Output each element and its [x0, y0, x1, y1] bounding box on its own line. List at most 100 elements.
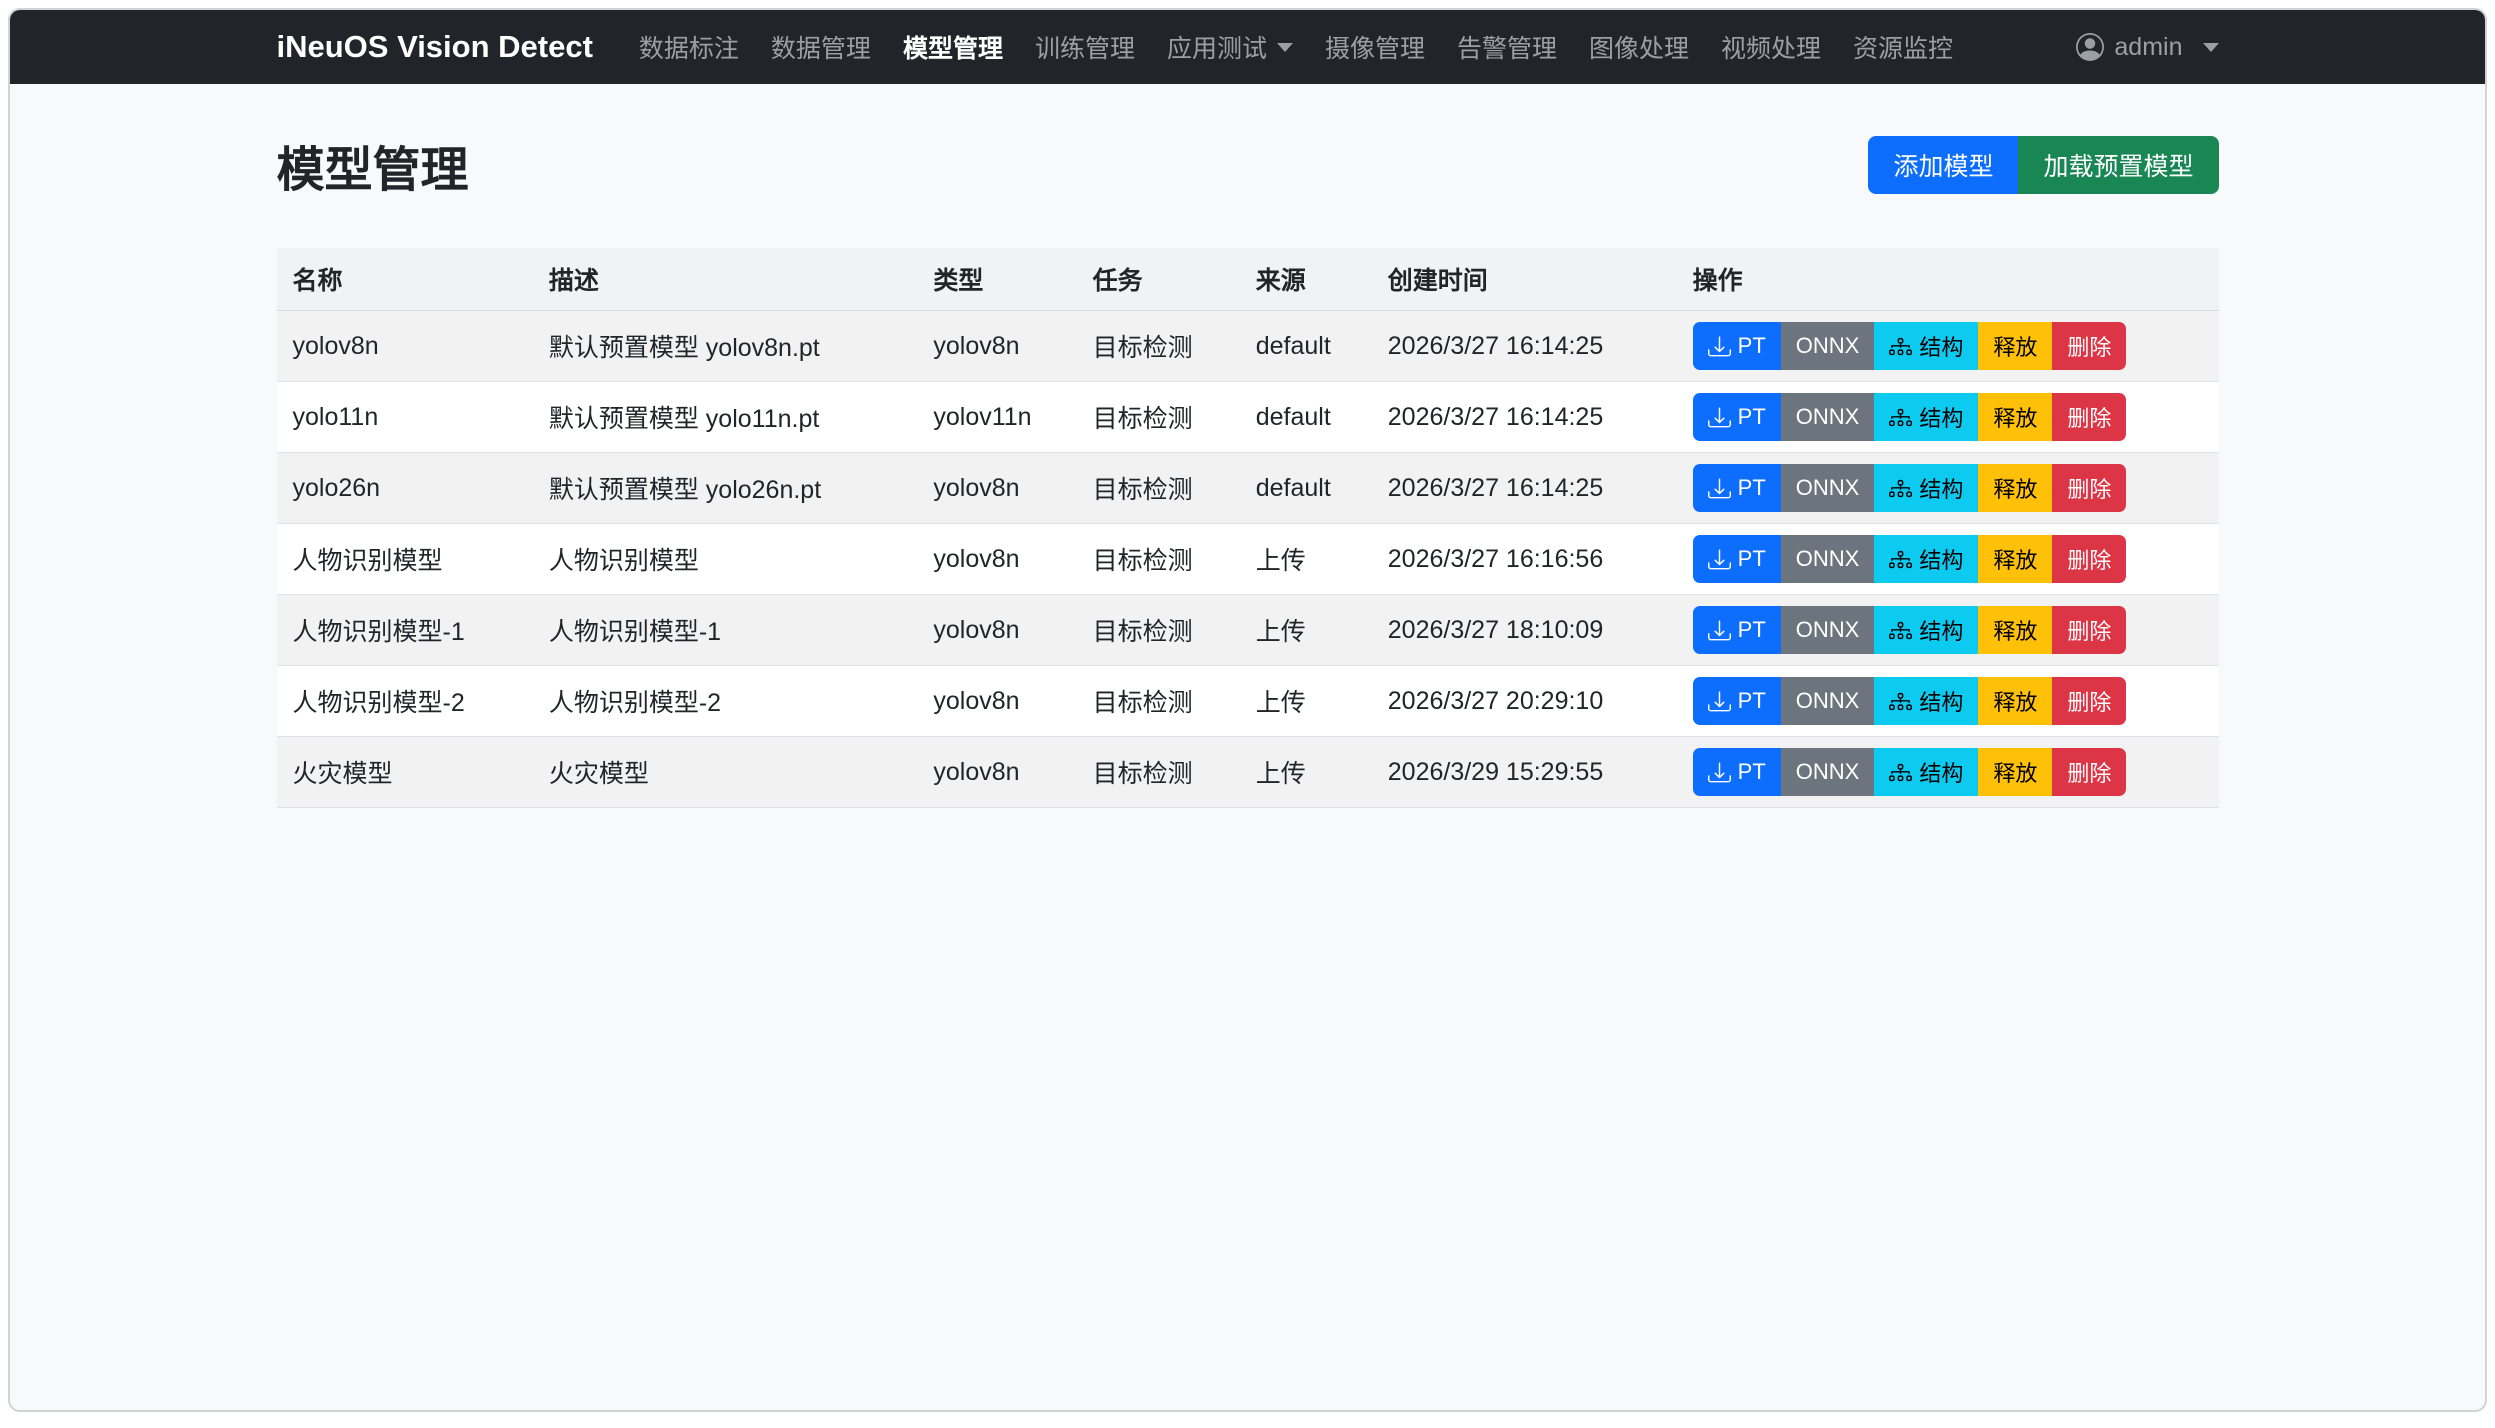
button-label: 删除 [2067, 401, 2111, 433]
button-label: ONNX [1796, 475, 1860, 501]
row-actions-group: PT ONNX 结构释放删除 [1693, 322, 2127, 370]
download-pt-button[interactable]: PT [1693, 464, 1781, 512]
user-menu[interactable]: admin [2076, 33, 2218, 62]
download-pt-button[interactable]: PT [1693, 606, 1781, 654]
column-header-actions: 操作 [1677, 248, 2219, 311]
download-pt-button[interactable]: PT [1693, 322, 1781, 370]
onnx-button[interactable]: ONNX [1781, 464, 1875, 512]
cell-desc: 人物识别模型-2 [533, 666, 918, 737]
onnx-button[interactable]: ONNX [1781, 677, 1875, 725]
nav-item-alarm-management[interactable]: 告警管理 [1441, 29, 1573, 65]
button-label: PT [1738, 475, 1766, 501]
row-actions-group: PTONNX结构释放删除 [1693, 748, 2127, 796]
cell-source: 上传 [1240, 595, 1372, 666]
onnx-button[interactable]: ONNX [1781, 393, 1875, 441]
nav-item-training-management[interactable]: 训练管理 [1019, 29, 1151, 65]
delete-button[interactable]: 删除 [2052, 322, 2126, 370]
download-pt-button[interactable]: PT [1693, 748, 1781, 796]
table-row: 人物识别模型-2人物识别模型-2yolov8n目标检测上传2026/3/27 2… [277, 666, 2219, 737]
nav-item-image-processing[interactable]: 图像处理 [1573, 29, 1705, 65]
cell-source: 上传 [1240, 737, 1372, 808]
release-button[interactable]: 释放 [1978, 606, 2052, 654]
download-pt-button[interactable]: PT [1693, 677, 1781, 725]
nav-item-camera-management[interactable]: 摄像管理 [1309, 29, 1441, 65]
brand-logo: iNeuOS Vision Detect [277, 29, 593, 65]
app-window: iNeuOS Vision Detect 数据标注数据管理模型管理训练管理应用测… [8, 8, 2487, 1412]
delete-button[interactable]: 删除 [2052, 464, 2126, 512]
add-model-button[interactable]: 添加模型 [1868, 136, 2018, 194]
cell-type: yolov11n [917, 382, 1076, 453]
button-label: ONNX [1796, 333, 1860, 359]
onnx-button[interactable]: ONNX [1781, 748, 1875, 796]
download-icon [1708, 761, 1731, 784]
release-button[interactable]: 释放 [1978, 748, 2052, 796]
button-label: 删除 [2067, 543, 2111, 575]
diagram-icon [1889, 690, 1912, 713]
button-label: ONNX [1796, 617, 1860, 643]
button-label: PT [1738, 404, 1766, 430]
download-icon [1708, 477, 1731, 500]
release-button[interactable]: 释放 [1978, 393, 2052, 441]
structure-button[interactable]: 结构 [1874, 322, 1978, 370]
structure-button[interactable]: 结构 [1874, 606, 1978, 654]
cell-actions: PT ONNX 结构释放删除 [1677, 453, 2219, 524]
button-label: 释放 [1993, 685, 2037, 717]
delete-button[interactable]: 删除 [2052, 393, 2126, 441]
nav-item-data-annotation[interactable]: 数据标注 [623, 29, 755, 65]
cell-created: 2026/3/27 16:14:25 [1372, 453, 1677, 524]
onnx-button[interactable]: ONNX [1781, 322, 1875, 370]
button-label: 释放 [1993, 756, 2037, 788]
diagram-icon [1889, 335, 1912, 358]
model-table: 名称描述类型任务来源创建时间操作 yolov8n默认预置模型 yolov8n.p… [277, 248, 2219, 808]
cell-task: 目标检测 [1077, 595, 1240, 666]
structure-button[interactable]: 结构 [1874, 535, 1978, 583]
button-label: 结构 [1919, 685, 1963, 717]
button-label: 删除 [2067, 614, 2111, 646]
button-label: ONNX [1796, 546, 1860, 572]
nav-item-video-processing[interactable]: 视频处理 [1705, 29, 1837, 65]
row-actions-group: PT ONNX 结构释放删除 [1693, 464, 2127, 512]
structure-button[interactable]: 结构 [1874, 464, 1978, 512]
release-button[interactable]: 释放 [1978, 535, 2052, 583]
button-label: PT [1738, 546, 1766, 572]
button-label: 删除 [2067, 756, 2111, 788]
button-label: 结构 [1919, 543, 1963, 575]
header-row: 名称描述类型任务来源创建时间操作 [277, 248, 2219, 311]
delete-button[interactable]: 删除 [2052, 606, 2126, 654]
onnx-button[interactable]: ONNX [1781, 606, 1875, 654]
cell-actions: PT ONNX 结构释放删除 [1677, 524, 2219, 595]
download-pt-button[interactable]: PT [1693, 393, 1781, 441]
release-button[interactable]: 释放 [1978, 677, 2052, 725]
cell-name: 火灾模型 [277, 737, 533, 808]
release-button[interactable]: 释放 [1978, 464, 2052, 512]
load-preset-model-button[interactable]: 加载预置模型 [2018, 136, 2218, 194]
nav-item-application-test[interactable]: 应用测试 [1151, 29, 1309, 65]
cell-type: yolov8n [917, 737, 1076, 808]
structure-button[interactable]: 结构 [1874, 677, 1978, 725]
page-title: 模型管理 [277, 130, 469, 200]
cell-actions: PT ONNX 结构释放删除 [1677, 595, 2219, 666]
cell-desc: 默认预置模型 yolov8n.pt [533, 311, 918, 382]
diagram-icon [1889, 406, 1912, 429]
nav-item-resource-monitoring[interactable]: 资源监控 [1837, 29, 1969, 65]
nav-item-model-management[interactable]: 模型管理 [887, 29, 1019, 65]
nav-item-data-management[interactable]: 数据管理 [755, 29, 887, 65]
nav-menu: 数据标注数据管理模型管理训练管理应用测试摄像管理告警管理图像处理视频处理资源监控 [623, 29, 1969, 65]
delete-button[interactable]: 删除 [2052, 748, 2126, 796]
structure-button[interactable]: 结构 [1874, 393, 1978, 441]
delete-button[interactable]: 删除 [2052, 677, 2126, 725]
download-icon [1708, 548, 1731, 571]
download-pt-button[interactable]: PT [1693, 535, 1781, 583]
cell-actions: PTONNX结构释放删除 [1677, 737, 2219, 808]
release-button[interactable]: 释放 [1978, 322, 2052, 370]
row-actions-group: PTONNX 结构释放删除 [1693, 677, 2127, 725]
cell-name: yolov8n [277, 311, 533, 382]
person-circle-icon [2076, 33, 2104, 61]
row-actions-group: PT ONNX 结构释放删除 [1693, 606, 2127, 654]
onnx-button[interactable]: ONNX [1781, 535, 1875, 583]
header-actions-group: 添加模型 加载预置模型 [1868, 136, 2218, 194]
structure-button[interactable]: 结构 [1874, 748, 1978, 796]
delete-button[interactable]: 删除 [2052, 535, 2126, 583]
cell-created: 2026/3/27 16:14:25 [1372, 382, 1677, 453]
cell-task: 目标检测 [1077, 524, 1240, 595]
